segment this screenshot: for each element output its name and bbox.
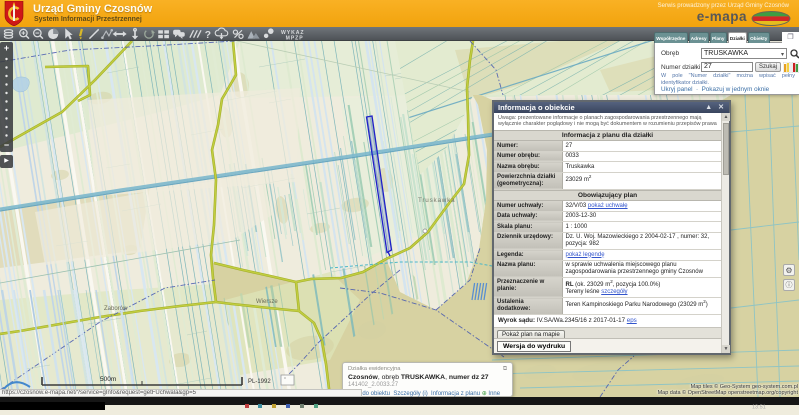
svg-text:Truskawka: Truskawka: [418, 197, 455, 204]
svg-text:MPZP: MPZP: [286, 36, 304, 41]
svg-text:500m: 500m: [100, 376, 116, 383]
svg-text:Zaborów: Zaborów: [104, 306, 128, 312]
svg-text:Wiersze: Wiersze: [256, 299, 278, 305]
svg-text:ˇ: ˇ: [284, 379, 286, 385]
svg-text:13:51: 13:51: [752, 405, 766, 411]
svg-text:?: ?: [205, 30, 211, 41]
svg-text:PL-1992: PL-1992: [248, 379, 271, 385]
